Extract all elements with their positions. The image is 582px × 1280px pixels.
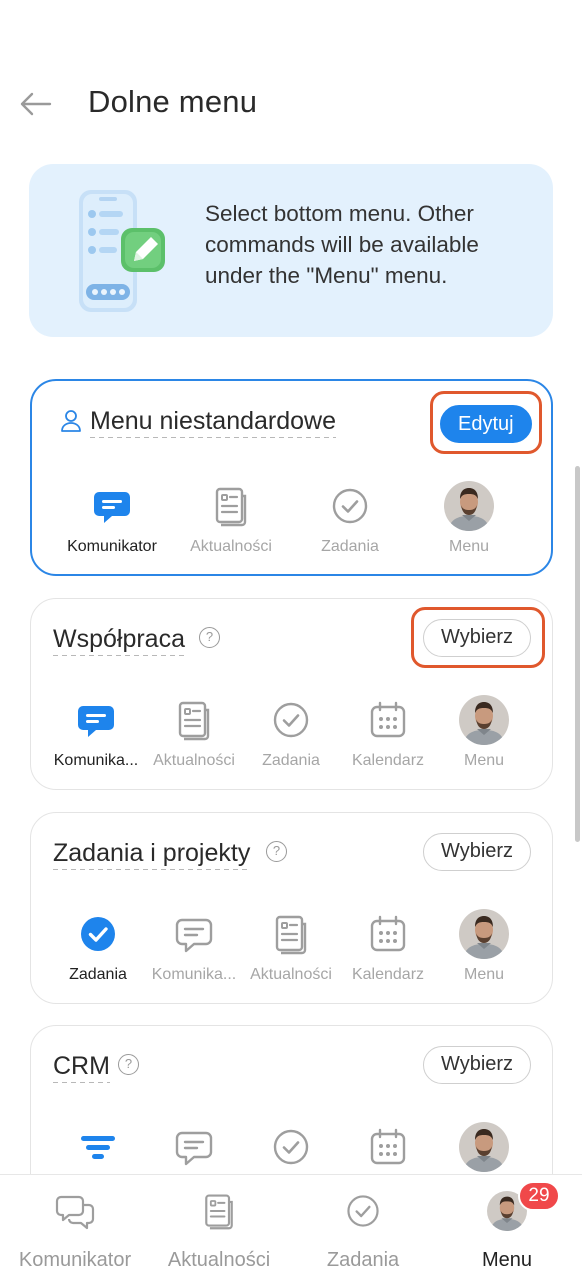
calendar-icon [366,912,410,956]
nav-item-tasks[interactable]: Zadania [288,1191,438,1272]
chat-icon [172,912,216,956]
chat-bubbles-icon [55,1195,95,1230]
user-icon [61,410,81,432]
menu-item-tasks: Zadania [295,484,405,556]
chat-icon [172,1125,216,1169]
info-banner: Select bottom menu. Other commands will … [29,164,553,337]
menu-item-menu: Menu [414,484,524,556]
menu-item-tasks: Zadania [236,698,346,770]
avatar [459,909,509,959]
help-icon[interactable]: ? [266,841,287,862]
nav-item-news[interactable]: Aktualności [144,1191,294,1272]
notification-badge: 29 [518,1181,560,1211]
calendar-icon [366,1125,410,1169]
check-circle-icon [328,484,372,528]
phone-edit-illustration [79,190,165,312]
select-button[interactable]: Wybierz [423,1046,532,1084]
select-button[interactable]: Wybierz [423,833,532,871]
help-icon[interactable]: ? [118,1054,139,1075]
menu-item-communicator: Komunika... [41,698,151,770]
avatar [459,1122,509,1172]
header: Dolne menu [0,72,582,136]
check-circle-icon [269,698,313,742]
news-icon [199,1191,239,1231]
menu-item-communicator [139,1125,249,1169]
avatar [444,481,494,531]
menu-item-menu [429,1125,539,1172]
menu-card-collaboration[interactable]: Współpraca ? Wybierz Komunika... Aktualn… [30,598,553,790]
menu-item-calendar: Kalendarz [333,698,443,770]
scrollbar[interactable] [575,466,580,842]
menu-item-crm [43,1125,153,1169]
edit-button[interactable]: Edytuj [440,405,532,443]
menu-item-news: Aktualności [139,698,249,770]
check-circle-icon [269,1125,313,1169]
avatar [459,695,509,745]
news-icon [172,698,216,742]
help-icon[interactable]: ? [199,627,220,648]
menu-item-tasks [236,1125,346,1169]
menu-item-news: Aktualności [236,912,346,984]
card-title: Współpraca [53,625,185,656]
menu-card-tasks-projects[interactable]: Zadania i projekty ? Wybierz Zadania Kom… [30,812,553,1004]
menu-item-tasks: Zadania [43,912,153,984]
chat-icon [90,484,134,528]
back-arrow-icon[interactable] [16,86,56,122]
menu-item-news: Aktualności [176,484,286,556]
card-title: Zadania i projekty [53,839,251,870]
news-icon [269,912,313,956]
calendar-icon [366,698,410,742]
menu-item-communicator: Komunikator [57,484,167,556]
nav-item-menu[interactable]: 29 Menu [432,1181,582,1272]
menu-card-custom[interactable]: Menu niestandardowe Edytuj Komunikator A… [30,379,553,576]
select-button[interactable]: Wybierz [423,619,532,657]
banner-text: Select bottom menu. Other commands will … [205,201,479,288]
menu-item-calendar [333,1125,443,1169]
menu-item-calendar: Kalendarz [333,912,443,984]
menu-item-menu: Menu [429,912,539,984]
card-title: CRM [53,1052,110,1083]
page-title: Dolne menu [88,84,258,119]
check-circle-icon [343,1191,383,1231]
check-circle-filled-icon [76,912,120,956]
news-icon [209,484,253,528]
nav-item-communicator[interactable]: Komunikator [0,1191,150,1272]
menu-item-communicator: Komunika... [139,912,249,984]
card-title: Menu niestandardowe [90,407,336,438]
chat-icon [74,698,118,742]
bottom-menu-settings-screen: Dolne menu Select bottom menu. Other com… [0,0,582,1280]
funnel-icon [76,1125,120,1169]
menu-item-menu: Menu [429,698,539,770]
bottom-nav: Komunikator Aktualności Zadania 29 Menu [0,1174,582,1280]
